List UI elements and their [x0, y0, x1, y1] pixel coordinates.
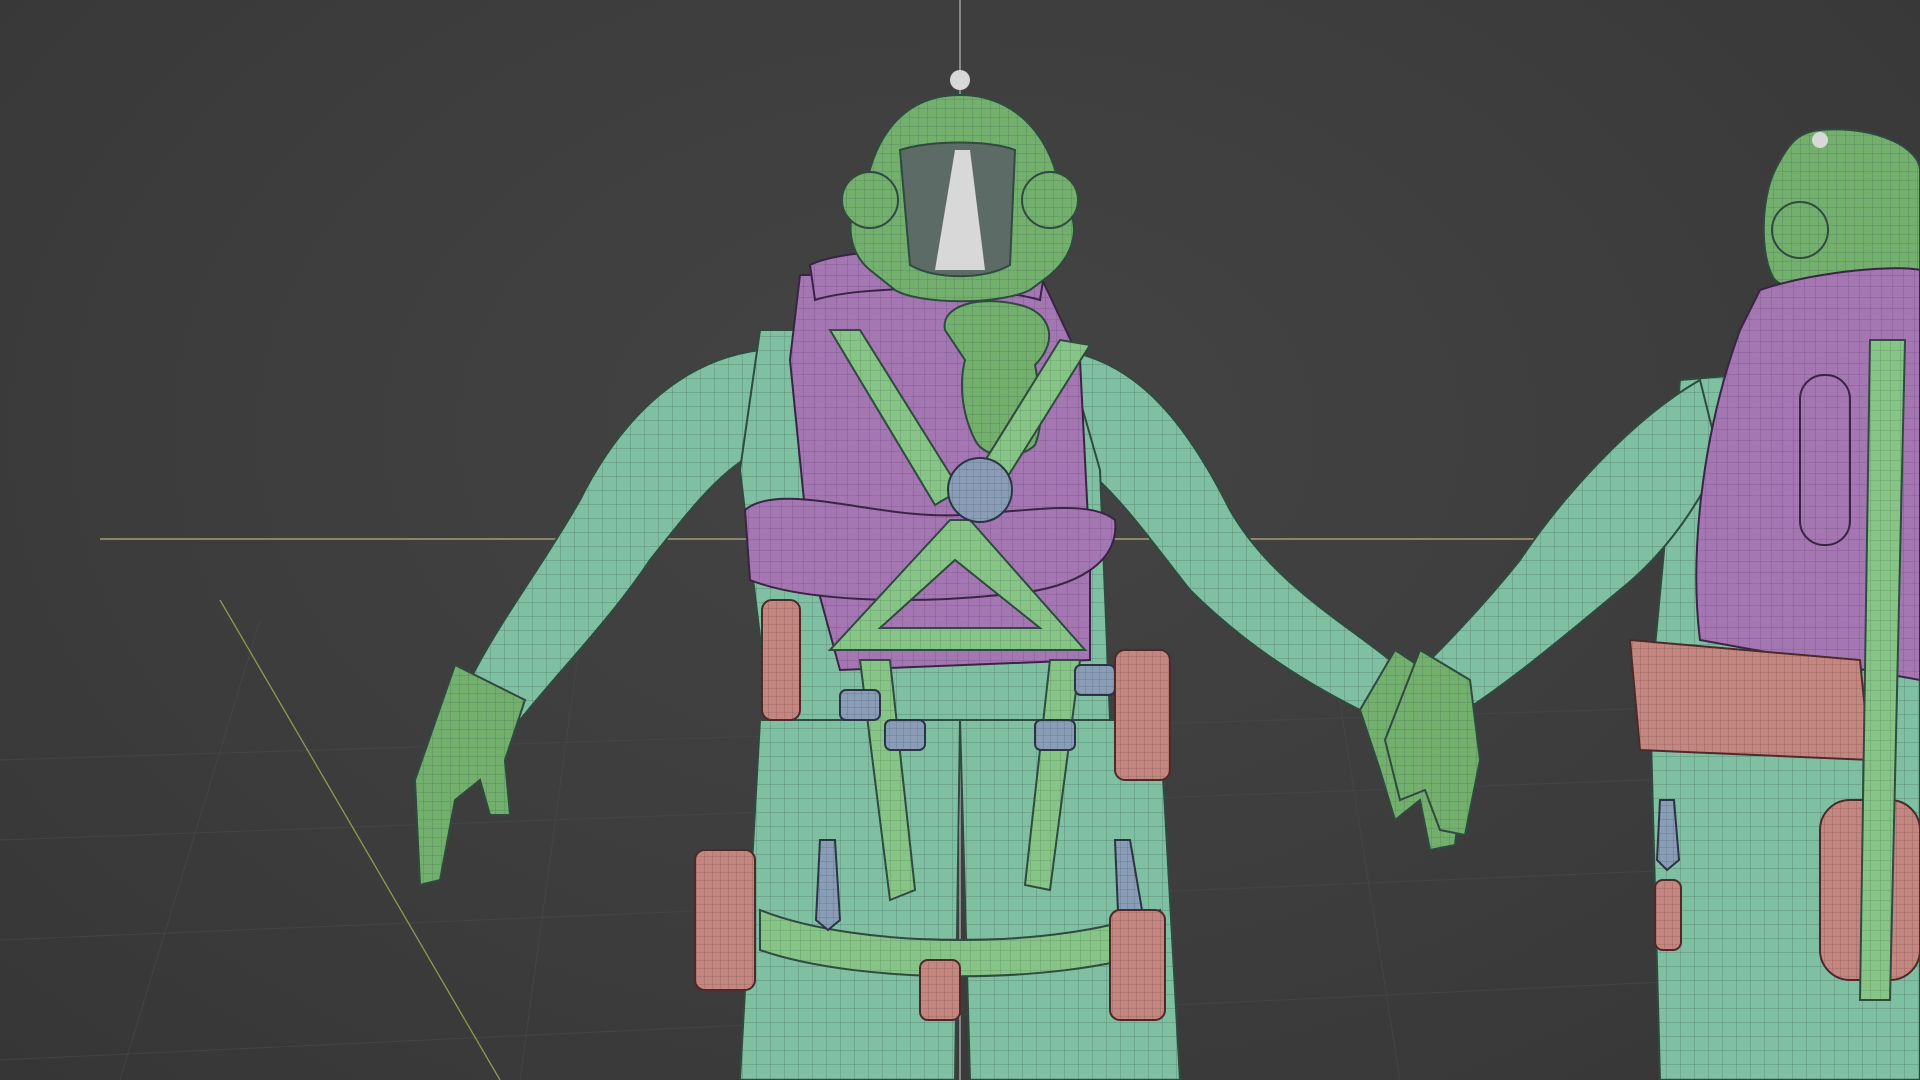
side-bone-marker [1812, 132, 1828, 148]
pouch-right-vest [1114, 649, 1171, 781]
carabiner-left [814, 839, 842, 932]
side-backpack-tube [1799, 374, 1851, 546]
pouch-left-vest [761, 599, 801, 721]
left-glove [413, 663, 527, 887]
side-pouch-belt [1628, 638, 1872, 762]
buckle-left-hip [839, 689, 881, 721]
character-side[interactable] [1383, 128, 1920, 1080]
character-front[interactable] [413, 70, 1467, 1080]
side-carabiner [1655, 799, 1681, 872]
buckle-right-hip [1074, 664, 1116, 696]
hood-left-earcup [841, 171, 899, 229]
buckle-right-thigh [1034, 719, 1076, 751]
side-pouch-small [1654, 879, 1682, 951]
chest-buckle [947, 457, 1013, 523]
viewport-canvas[interactable] [0, 0, 1920, 1080]
side-earcup [1771, 201, 1829, 259]
3d-viewport[interactable] [0, 0, 1920, 1080]
hood-right-earcup [1021, 171, 1079, 229]
pouch-left-thigh [694, 849, 756, 991]
left-arm [468, 348, 761, 722]
pouch-crotch [919, 959, 961, 1021]
pouch-right-thigh [1109, 909, 1166, 1021]
head-bone-marker [950, 70, 970, 90]
buckle-left-thigh [884, 719, 926, 751]
left-leg [738, 719, 962, 1080]
